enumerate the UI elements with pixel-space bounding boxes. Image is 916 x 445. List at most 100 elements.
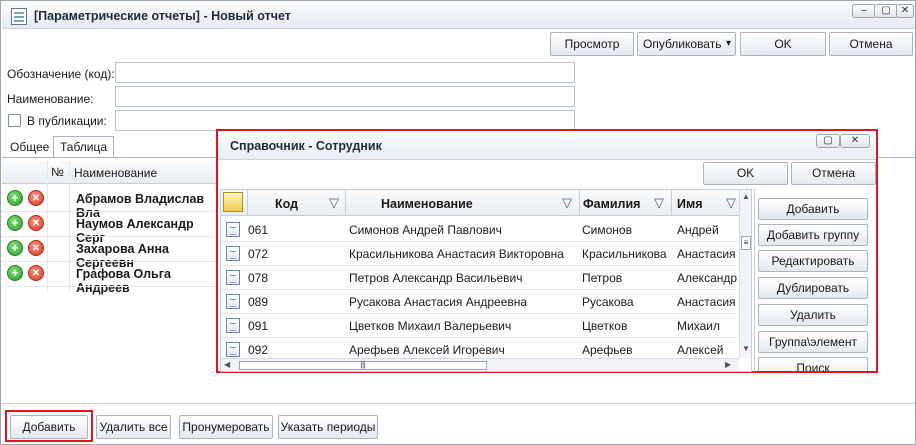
publish-field[interactable] [115, 110, 575, 131]
document-icon [226, 222, 240, 237]
delete-row-icon[interactable]: ✕ [28, 215, 44, 231]
scroll-left-icon[interactable]: ◀ [224, 360, 230, 369]
table-row[interactable]: + ✕ Абрамов Владислав Вла [1, 187, 217, 220]
scroll-up-icon[interactable]: ▲ [742, 192, 750, 201]
table-row[interactable]: 078 Петров Александр Васильевич Петров А… [221, 266, 739, 289]
dialog-cancel-button[interactable]: Отмена [791, 162, 876, 185]
report-icon [11, 8, 27, 25]
employee-dialog: Справочник - Сотрудник ▢ ✕ OK Отмена Код… [216, 129, 878, 373]
cell-code: 078 [248, 271, 269, 285]
cell-firstname: Андрей [677, 223, 719, 237]
name-field[interactable] [115, 86, 575, 107]
cell-code: 091 [248, 319, 269, 333]
col-firstname-header[interactable]: Имя [677, 197, 703, 211]
add-row-icon[interactable]: + [7, 265, 23, 281]
filter-icon[interactable]: ▽ [329, 195, 339, 211]
add-group-button[interactable]: Добавить группу [758, 224, 868, 246]
code-field[interactable] [115, 62, 575, 83]
dialog-close-button[interactable]: ✕ [840, 134, 870, 148]
cell-name: Симонов Андрей Павлович [349, 223, 502, 237]
cell-name: Арефьев Алексей Игоревич [349, 343, 505, 357]
tab-table[interactable]: Таблица [53, 136, 115, 158]
table-row[interactable]: 089 Русакова Анастасия Андреевна Русаков… [221, 290, 739, 313]
delete-row-icon[interactable]: ✕ [28, 190, 44, 206]
scroll-right-icon[interactable]: ▶ [725, 360, 731, 369]
cell-name: Цветков Михаил Валерьевич [349, 319, 512, 333]
search-button[interactable]: Поиск [758, 357, 868, 371]
table-row[interactable]: + ✕ Наумов Александр Серг [1, 212, 217, 245]
table-row[interactable]: 061 Симонов Андрей Павлович Симонов Андр… [221, 218, 739, 241]
table-row[interactable]: + ✕ Захарова Анна Сергеевн [1, 237, 217, 270]
col-surname-header[interactable]: Фамилия [583, 197, 640, 211]
tab-general[interactable]: Общее [4, 137, 55, 159]
delete-row-icon[interactable]: ✕ [28, 240, 44, 256]
publish-checkbox[interactable] [8, 114, 21, 127]
cell-firstname: Алексей [677, 343, 724, 357]
periods-button[interactable]: Указать периоды [278, 415, 378, 439]
minimize-button[interactable]: – [852, 4, 876, 18]
cell-surname: Русакова [582, 295, 634, 309]
renumber-button[interactable]: Пронумеровать [179, 415, 273, 439]
scroll-thumb[interactable]: ||| [239, 361, 487, 370]
publish-button[interactable]: Опубликовать ▾ [637, 32, 736, 56]
scroll-down-icon[interactable]: ▼ [742, 344, 750, 353]
title-bar: [Параметрические отчеты] - Новый отчет –… [2, 2, 915, 29]
publish-label: Опубликовать [643, 37, 722, 51]
preview-button[interactable]: Просмотр [550, 32, 634, 56]
delete-all-button[interactable]: Удалить все [96, 415, 171, 439]
cell-code: 089 [248, 295, 269, 309]
document-icon [226, 318, 240, 333]
restore-icon[interactable]: ▢ [816, 134, 840, 148]
cancel-button[interactable]: Отмена [829, 32, 913, 56]
cell-firstname: Анастасия [677, 247, 736, 261]
add-row-icon[interactable]: + [7, 215, 23, 231]
group-element-button[interactable]: Группа\элемент [758, 331, 868, 353]
row-divider [1, 286, 217, 287]
ok-button[interactable]: OK [740, 32, 826, 56]
table-row[interactable]: 091 Цветков Михаил Валерьевич Цветков Ми… [221, 314, 739, 337]
dialog-ok-button[interactable]: OK [703, 162, 788, 185]
filter-icon[interactable]: ▽ [562, 195, 572, 211]
cell-surname: Симонов [582, 223, 632, 237]
cell-code: 072 [248, 247, 269, 261]
add-row-icon[interactable]: + [7, 240, 23, 256]
add-button[interactable]: Добавить [10, 415, 88, 439]
delete-row-icon[interactable]: ✕ [28, 265, 44, 281]
cell-code: 061 [248, 223, 269, 237]
table-row[interactable]: 072 Красильникова Анастасия Викторовна К… [221, 242, 739, 265]
search-button-clip: Поиск [758, 357, 868, 371]
col-name-header: Наименование [74, 166, 158, 180]
scroll-thumb[interactable]: ≡ [741, 236, 751, 250]
cell-surname: Красильникова [582, 247, 667, 261]
duplicate-button[interactable]: Дублировать [758, 277, 868, 299]
col-code-header[interactable]: Код [275, 197, 298, 211]
add-button[interactable]: Добавить [758, 198, 868, 220]
vertical-scrollbar[interactable]: ▲ ≡ ▼ [739, 190, 751, 358]
cell-name: Красильникова Анастасия Викторовна [349, 247, 564, 261]
cell-surname: Арефьев [582, 343, 633, 357]
document-icon [226, 246, 240, 261]
close-button[interactable]: ✕ [896, 4, 914, 18]
filter-icon[interactable]: ▽ [726, 195, 736, 211]
maximize-button[interactable]: ▢ [874, 4, 898, 18]
table-row[interactable]: + ✕ Графова Ольга Андреев [1, 262, 217, 295]
add-row-icon[interactable]: + [7, 190, 23, 206]
col-num-header: № [51, 165, 64, 179]
dialog-title: Справочник - Сотрудник [230, 139, 382, 153]
delete-button[interactable]: Удалить [758, 304, 868, 326]
edit-button[interactable]: Редактировать [758, 250, 868, 272]
code-label: Обозначение (код): [7, 67, 115, 81]
bottom-divider [2, 403, 915, 404]
document-icon [226, 342, 240, 357]
cell-surname: Цветков [582, 319, 628, 333]
document-icon [226, 270, 240, 285]
folder-up-icon[interactable] [223, 192, 243, 212]
filter-icon[interactable]: ▽ [654, 195, 664, 211]
col-name-header[interactable]: Наименование [381, 197, 473, 211]
dialog-grid: Код ▽ Наименование ▽ Фамилия ▽ Имя ▽ 061… [220, 189, 752, 372]
document-icon [226, 294, 240, 309]
name-label: Наименование: [7, 92, 94, 106]
splitter[interactable] [754, 189, 755, 372]
horizontal-scrollbar[interactable]: ◀ ||| ▶ [221, 358, 739, 371]
row-name: Графова Ольга Андреев [76, 267, 171, 295]
